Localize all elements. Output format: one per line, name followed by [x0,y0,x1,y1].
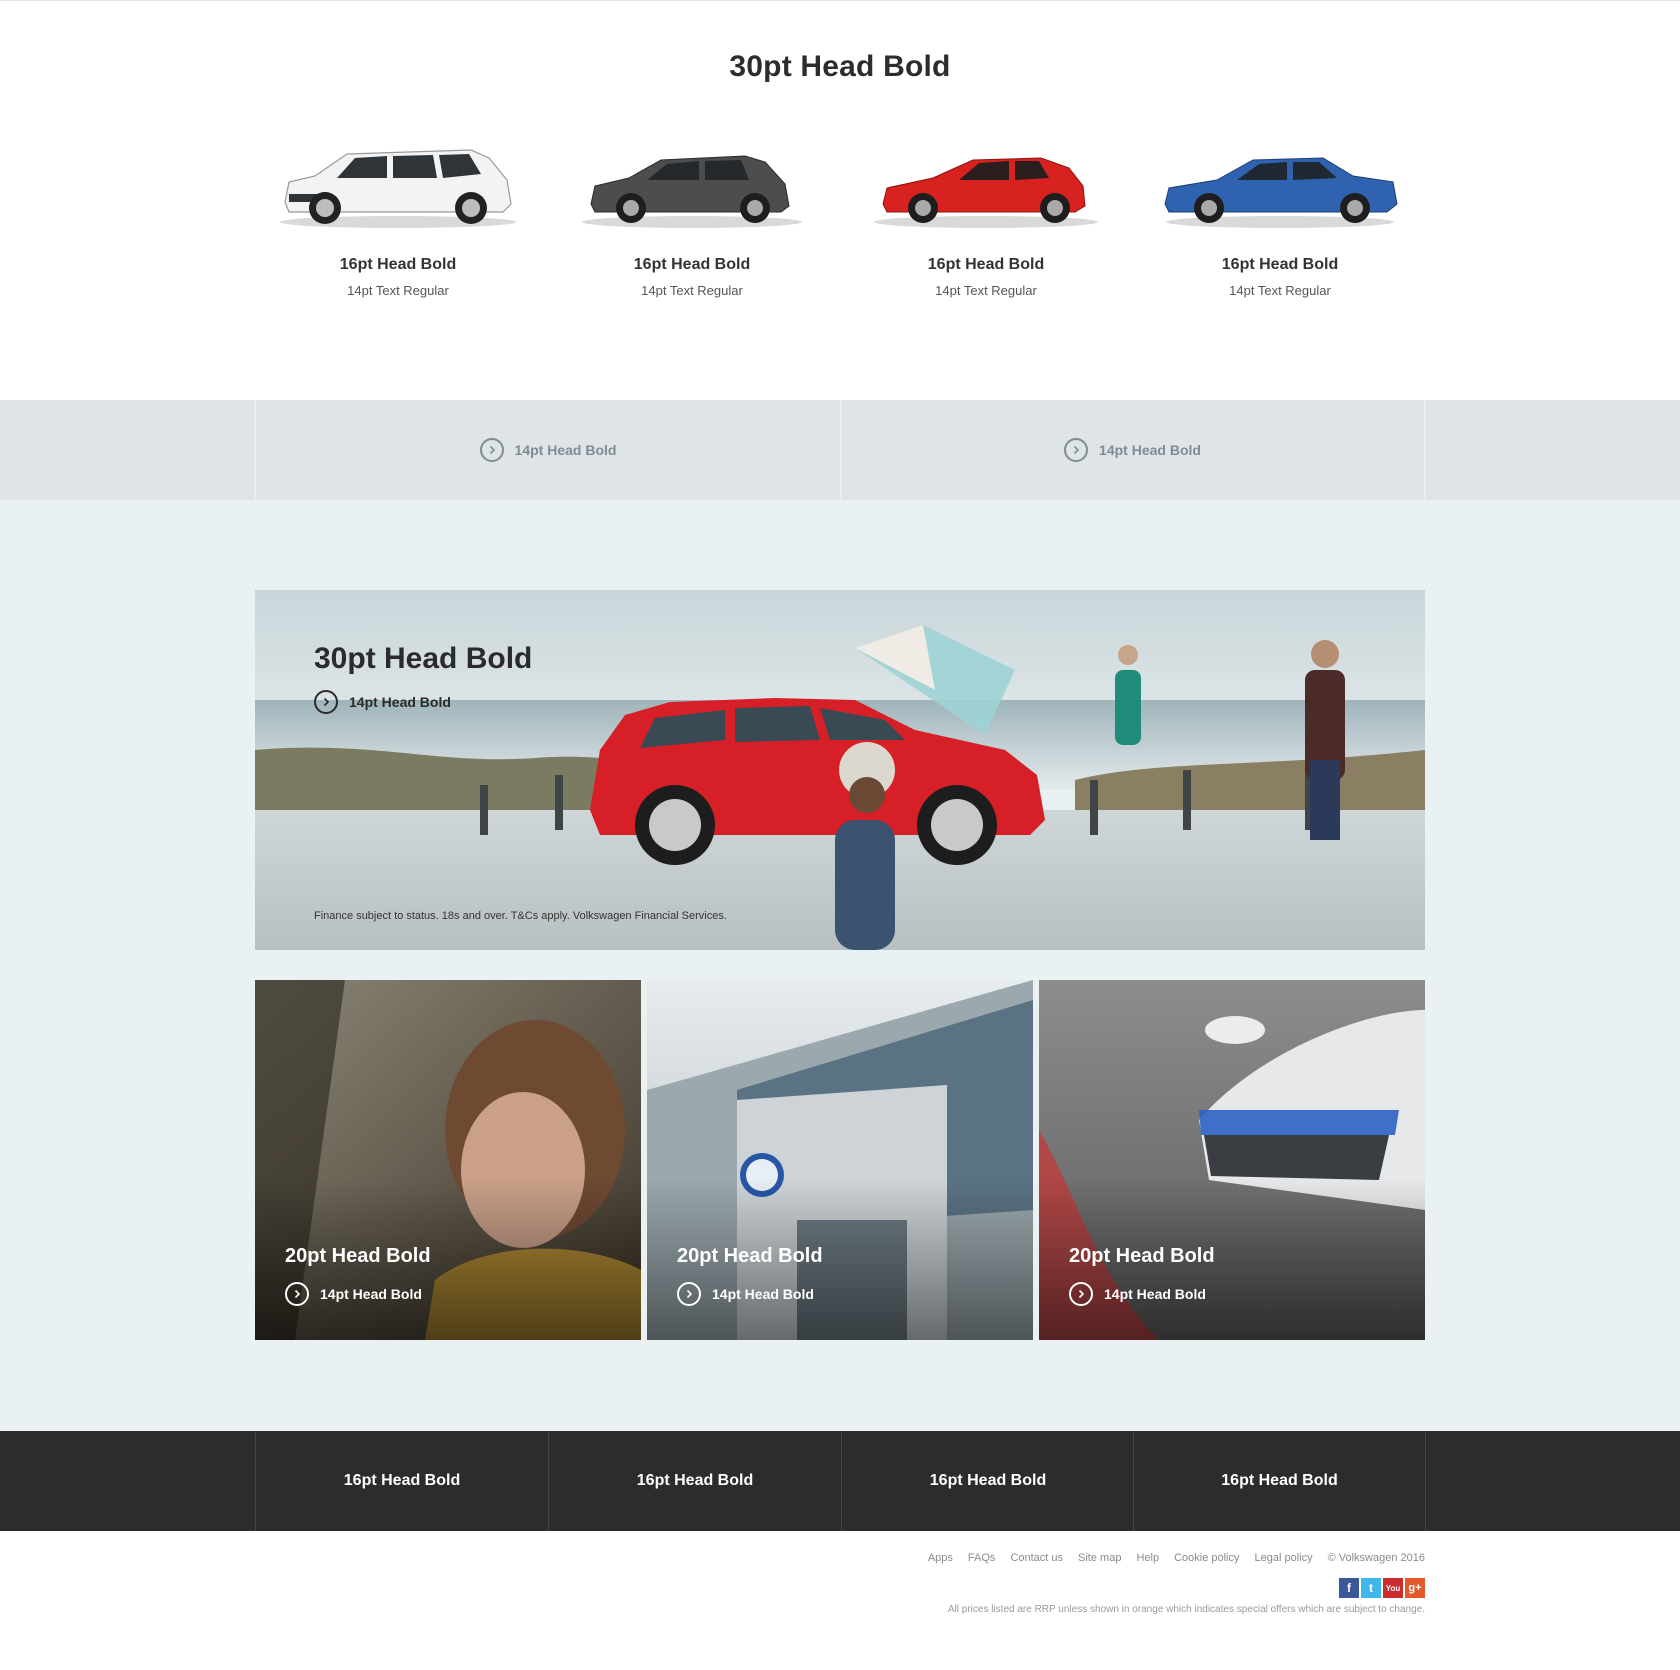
hero-cta-link[interactable]: 14pt Head Bold [314,690,451,714]
tile-title: 20pt Head Bold [285,1245,431,1267]
tile-cta-link[interactable]: 14pt Head Bold [285,1282,422,1306]
dark-nav: 16pt Head Bold 16pt Head Bold 16pt Head … [0,1431,1680,1531]
dark-nav-item[interactable]: 16pt Head Bold [255,1431,548,1531]
car-image [863,138,1109,234]
sedan-car-icon [1164,157,1398,228]
tile-cta-link[interactable]: 14pt Head Bold [677,1282,814,1306]
dark-nav-label: 16pt Head Bold [929,1472,1047,1489]
model-name: 16pt Head Bold [927,256,1045,273]
tile-cta-label: 14pt Head Bold [320,1286,422,1302]
dark-nav-label: 16pt Head Bold [1221,1472,1338,1489]
model-card[interactable]: 16pt Head Bold 14pt Text Regular [251,130,545,320]
top-divider [0,0,1680,1]
model-card[interactable]: 16pt Head Bold 14pt Text Regular [545,130,839,320]
suv-car-icon [280,149,516,228]
model-subtitle: 14pt Text Regular [935,283,1037,298]
link-band: 14pt Head Bold 14pt Head Bold [0,400,1680,500]
footer-link-legal[interactable]: Legal policy [1255,1552,1313,1564]
pricing-note: All prices listed are RRP unless shown i… [947,1604,1425,1615]
car-image [1157,138,1403,234]
chevron-right-icon [1064,438,1089,462]
chevron-right-icon [285,1282,309,1306]
hero-title: 30pt Head Bold [314,642,533,675]
footer-link-contact[interactable]: Contact us [1010,1552,1063,1564]
model-name: 16pt Head Bold [633,256,751,273]
link-band-item[interactable]: 14pt Head Bold [255,400,840,500]
facebook-icon[interactable]: f [1339,1578,1359,1598]
google-plus-icon[interactable]: g+ [1405,1578,1425,1598]
chevron-right-icon [677,1282,701,1306]
footer-links: Apps FAQs Contact us Site map Help Cooki… [928,1552,1425,1564]
tile-cta-label: 14pt Head Bold [712,1286,814,1302]
hatchback-car-icon [582,155,802,228]
hero-disclaimer: Finance subject to status. 18s and over.… [314,910,727,922]
link-band-label: 14pt Head Bold [1099,442,1201,458]
teaser-tile[interactable]: 20pt Head Bold 14pt Head Bold [647,980,1033,1340]
chevron-right-icon [314,690,338,714]
social-icons: f t You g+ [1339,1578,1425,1598]
tile-cta-link[interactable]: 14pt Head Bold [1069,1282,1206,1306]
link-band-label: 14pt Head Bold [514,442,617,458]
model-name: 16pt Head Bold [1221,256,1339,273]
dark-nav-item[interactable]: 16pt Head Bold [1133,1431,1426,1531]
link-band-item[interactable]: 14pt Head Bold [840,400,1425,500]
model-subtitle: 14pt Text Regular [1229,283,1331,298]
model-card[interactable]: 16pt Head Bold 14pt Text Regular [1133,130,1427,320]
hero-cta-label: 14pt Head Bold [349,694,451,710]
footer-link-apps[interactable]: Apps [928,1552,953,1564]
dark-nav-label: 16pt Head Bold [636,1472,754,1489]
model-subtitle: 14pt Text Regular [347,283,449,298]
car-image [275,138,521,234]
footer-link-sitemap[interactable]: Site map [1078,1552,1121,1564]
copyright-text: © Volkswagen 2016 [1327,1552,1425,1564]
teaser-tile[interactable]: 20pt Head Bold 14pt Head Bold [255,980,641,1340]
tile-title: 20pt Head Bold [677,1245,823,1267]
dark-nav-item[interactable]: 16pt Head Bold [841,1431,1134,1531]
model-grid: 16pt Head Bold 14pt Text Regular 16pt He… [251,130,1427,320]
chevron-right-icon [1069,1282,1093,1306]
dark-nav-item[interactable]: 16pt Head Bold [548,1431,841,1531]
coupe-car-icon [874,157,1098,228]
twitter-icon[interactable]: t [1361,1578,1381,1598]
teaser-tile[interactable]: 20pt Head Bold 14pt Head Bold [1039,980,1425,1340]
youtube-icon[interactable]: You [1383,1578,1403,1598]
car-image [569,138,815,234]
hero-banner[interactable]: 30pt Head Bold 14pt Head Bold Finance su… [255,590,1425,950]
model-subtitle: 14pt Text Regular [641,283,743,298]
footer-link-help[interactable]: Help [1136,1552,1159,1564]
model-name: 16pt Head Bold [339,256,457,273]
dark-nav-label: 16pt Head Bold [343,1472,461,1489]
footer-link-faqs[interactable]: FAQs [968,1552,996,1564]
tile-title: 20pt Head Bold [1069,1245,1215,1267]
chevron-right-icon [479,438,504,462]
model-card[interactable]: 16pt Head Bold 14pt Text Regular [839,130,1133,320]
models-heading: 30pt Head Bold [729,50,951,83]
tile-cta-label: 14pt Head Bold [1104,1286,1206,1302]
footer-link-cookie[interactable]: Cookie policy [1174,1552,1239,1564]
